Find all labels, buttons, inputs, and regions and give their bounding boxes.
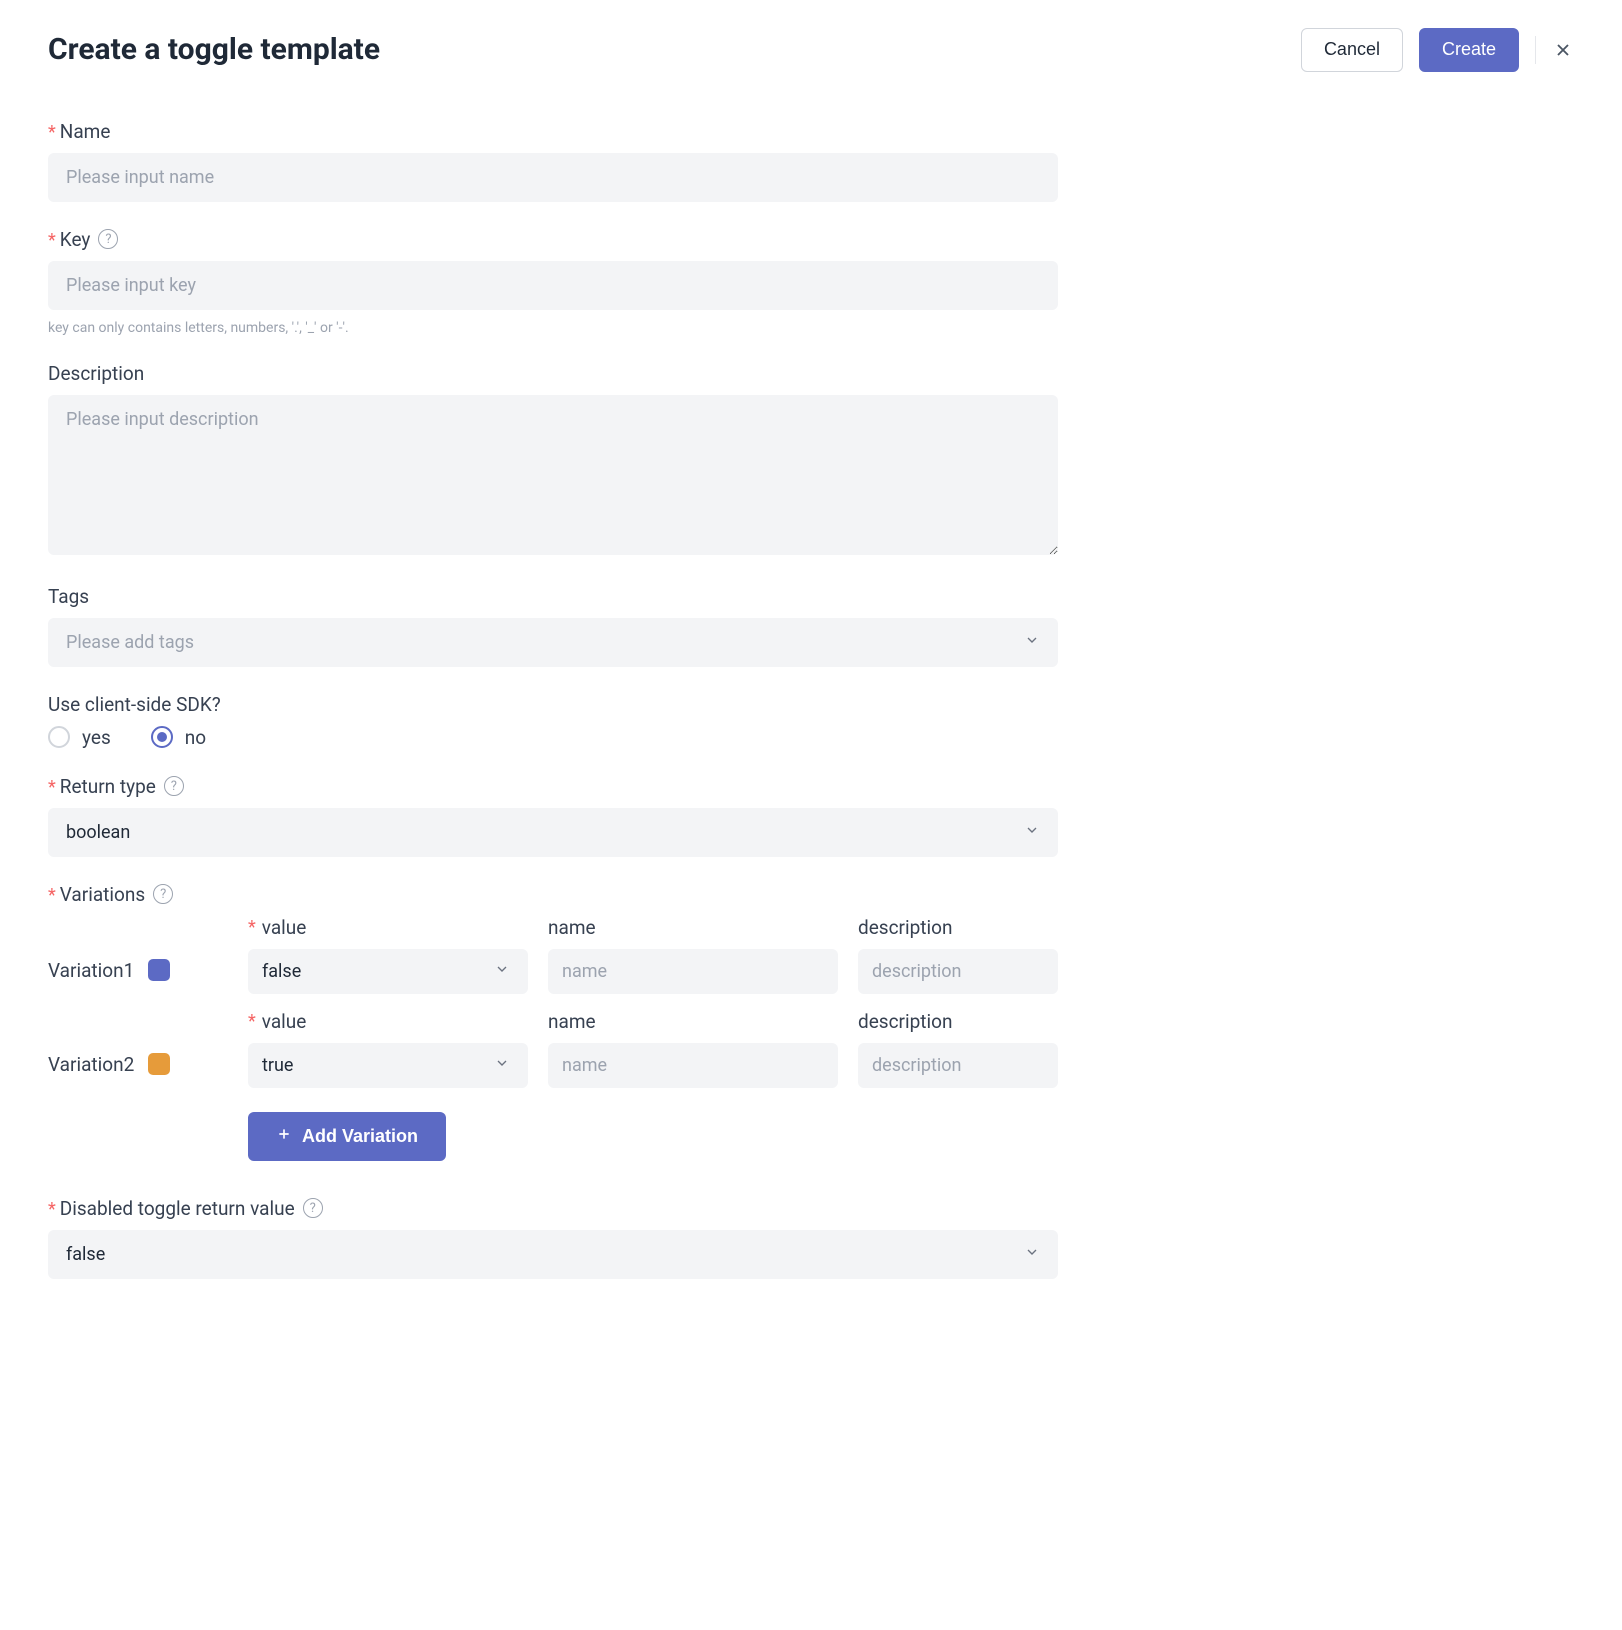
cancel-button[interactable]: Cancel — [1301, 28, 1403, 72]
field-key: *Key ? key can only contains letters, nu… — [48, 228, 1058, 336]
field-description: Description — [48, 362, 1058, 559]
page-title: Create a toggle template — [48, 32, 380, 67]
variation-row: Variation1 * value false name description — [48, 916, 1058, 994]
required-star: * — [48, 122, 56, 143]
plus-icon — [276, 1126, 292, 1147]
field-name: *Name — [48, 120, 1058, 202]
disabled-return-select[interactable]: false — [48, 1230, 1058, 1279]
radio-circle-icon — [151, 726, 173, 748]
required-star: * — [48, 885, 56, 906]
tags-select[interactable]: Please add tags — [48, 618, 1058, 667]
header-actions: Cancel Create — [1301, 28, 1574, 72]
col-head-value: value — [262, 916, 307, 939]
close-icon[interactable] — [1552, 39, 1574, 61]
variation-color-swatch — [148, 1053, 170, 1075]
field-tags: Tags Please add tags — [48, 585, 1058, 667]
field-client-sdk: Use client-side SDK? yes no — [48, 693, 1058, 749]
variation-description-input[interactable] — [858, 1043, 1058, 1088]
radio-circle-icon — [48, 726, 70, 748]
key-input[interactable] — [48, 261, 1058, 310]
description-label: Description — [48, 362, 144, 385]
variation-value-select[interactable]: false — [248, 949, 528, 994]
return-type-select[interactable]: boolean — [48, 808, 1058, 857]
tags-label: Tags — [48, 585, 89, 608]
help-icon[interactable]: ? — [153, 884, 173, 904]
name-label: Name — [60, 120, 111, 143]
help-icon[interactable]: ? — [98, 229, 118, 249]
variation-row-label: Variation1 — [48, 959, 134, 982]
variation-row-label: Variation2 — [48, 1053, 134, 1076]
col-head-name: name — [548, 1010, 596, 1033]
radio-yes-label: yes — [82, 726, 111, 749]
required-star: * — [248, 917, 256, 938]
add-variation-label: Add Variation — [302, 1126, 418, 1147]
variation-description-input[interactable] — [858, 949, 1058, 994]
radio-no[interactable]: no — [151, 726, 206, 749]
key-hint: key can only contains letters, numbers, … — [48, 320, 1058, 336]
help-icon[interactable]: ? — [164, 776, 184, 796]
return-type-label: Return type — [60, 775, 156, 798]
variation-row: Variation2 * value true name description — [48, 1010, 1058, 1088]
variation-value-select[interactable]: true — [248, 1043, 528, 1088]
radio-no-label: no — [185, 726, 206, 749]
field-return-type: *Return type ? boolean — [48, 775, 1058, 857]
required-star: * — [48, 777, 56, 798]
add-variation-button[interactable]: Add Variation — [248, 1112, 446, 1161]
field-disabled-return: *Disabled toggle return value ? false — [48, 1197, 1058, 1279]
variation-name-input[interactable] — [548, 949, 838, 994]
key-label: Key — [60, 228, 91, 251]
required-star: * — [48, 1199, 56, 1220]
col-head-description: description — [858, 916, 952, 939]
variation-name-input[interactable] — [548, 1043, 838, 1088]
variation-color-swatch — [148, 959, 170, 981]
field-variations: *Variations ? Variation1 *value false — [48, 883, 1058, 1161]
create-button[interactable]: Create — [1419, 28, 1519, 72]
disabled-return-label: Disabled toggle return value — [60, 1197, 295, 1220]
col-head-value: value — [262, 1010, 307, 1033]
variations-table: Variation1 * value false name description — [48, 916, 1058, 1088]
name-input[interactable] — [48, 153, 1058, 202]
variations-label: Variations — [60, 883, 145, 906]
description-textarea[interactable] — [48, 395, 1058, 555]
help-icon[interactable]: ? — [303, 1198, 323, 1218]
client-sdk-label: Use client-side SDK? — [48, 693, 221, 716]
col-head-description: description — [858, 1010, 952, 1033]
header-divider — [1535, 36, 1536, 64]
col-head-name: name — [548, 916, 596, 939]
required-star: * — [48, 230, 56, 251]
required-star: * — [248, 1011, 256, 1032]
radio-yes[interactable]: yes — [48, 726, 111, 749]
